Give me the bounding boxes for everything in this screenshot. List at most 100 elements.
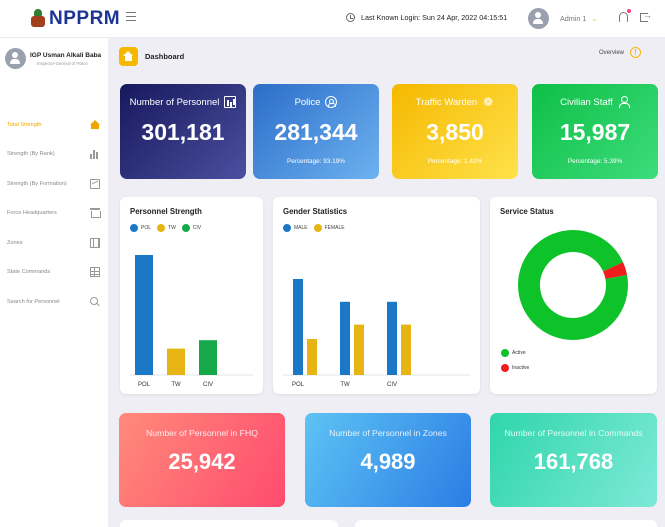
legend-item[interactable]: Active — [501, 349, 529, 357]
stat-card-police[interactable]: Police 281,344 Percentage: 93.19% — [253, 84, 379, 179]
sidebar-item-strength-by-formation[interactable]: Strength (By Formation) — [0, 169, 108, 199]
x-tick-label: TW — [340, 382, 350, 388]
user-avatar[interactable] — [528, 8, 549, 29]
sidebar-item-label: Search for Personnel — [7, 298, 60, 305]
total-value: 161,768 — [533, 449, 614, 474]
card-personnel-in-commands[interactable]: Number of Personnel in Commands 161,768 — [490, 413, 657, 507]
bar-civ — [199, 340, 217, 375]
sidebar-item-label: Force Headquarters — [7, 210, 57, 217]
stat-percentage: Percentage: 5.39% — [567, 158, 623, 165]
card-service-status: Service Status Active Inactive — [490, 197, 657, 394]
sidebar-item-zones[interactable]: Zones — [0, 228, 108, 258]
card-placeholder — [355, 520, 657, 527]
total-value: 4,989 — [360, 449, 416, 474]
notification-dot — [627, 9, 631, 13]
stat-title: Traffic Warden — [415, 96, 478, 108]
x-tick-label: POL — [138, 382, 151, 388]
bar-chart-icon — [90, 149, 100, 160]
user-icon — [618, 96, 630, 108]
coat-of-arms-icon — [30, 9, 46, 29]
x-tick-label: CIV — [387, 382, 397, 388]
legend-label: Inactive — [512, 365, 530, 371]
user-menu-dropdown[interactable]: Admin 1 ⌄ — [560, 14, 597, 23]
stat-value: 281,344 — [274, 119, 358, 145]
sidebar-item-search-personnel[interactable]: Search for Personnel — [0, 287, 108, 317]
sidebar-item-total-strength[interactable]: Total Strength — [0, 110, 108, 140]
bar-pol — [135, 255, 153, 375]
profile-role: Inspector-General of Police — [37, 60, 88, 66]
overview-link[interactable]: Overview ! — [599, 47, 642, 58]
total-value: 25,942 — [168, 449, 236, 474]
person-circle-icon — [325, 96, 338, 108]
stat-title: Number of Personnel — [129, 96, 220, 108]
page-title: Dashboard — [145, 52, 185, 61]
home-icon[interactable] — [119, 47, 138, 66]
sidebar-item-label: Total Strength — [7, 121, 42, 128]
legend-label: Active — [512, 350, 526, 356]
sidebar-item-label: Strength (By Rank) — [7, 151, 55, 158]
info-icon: ! — [630, 47, 642, 58]
bell-icon[interactable] — [619, 9, 631, 22]
total-title: Number of Personnel in Commands — [504, 428, 643, 438]
stat-percentage: Percentage: 93.19% — [287, 158, 345, 165]
x-tick-label: CIV — [203, 382, 213, 388]
stat-value: 3,850 — [426, 119, 484, 145]
last-login-info: Last Known Login: Sun 24 Apr, 2022 04:15… — [346, 13, 507, 22]
bank-icon — [90, 208, 101, 219]
sidebar-item-label: Strength (By Formation) — [7, 180, 67, 187]
top-bar: NPPRM Last Known Login: Sun 24 Apr, 2022… — [0, 0, 665, 38]
stat-card-total-personnel[interactable]: Number of Personnel 301,181 — [120, 84, 246, 179]
stat-value: 15,987 — [559, 119, 631, 145]
stat-percentage: Percentage: 1.42% — [427, 158, 483, 165]
stat-card-civilian-staff[interactable]: Civilian Staff 15,987 Percentage: 5.39% — [532, 84, 658, 179]
bar-male-civ — [387, 301, 397, 375]
total-title: Number of Personnel in Zones — [329, 428, 447, 438]
menu-toggle-icon[interactable] — [126, 12, 136, 22]
home-icon — [90, 119, 100, 130]
bar-female-pol — [307, 339, 317, 375]
stat-title: Police — [294, 96, 321, 108]
logout-icon[interactable] — [640, 10, 652, 22]
chevron-down-icon: ⌄ — [591, 15, 598, 23]
legend-swatch — [501, 349, 509, 357]
sidebar-item-label: State Commands — [7, 269, 51, 276]
stat-value: 301,181 — [141, 119, 225, 145]
profile-name: IGP Usman Alkali Baba — [30, 51, 102, 59]
line-chart-icon — [90, 178, 100, 189]
sidebar: IGP Usman Alkali Baba Inspector-General … — [0, 38, 108, 527]
clock-icon — [346, 13, 355, 22]
bar-female-civ — [401, 324, 411, 375]
gender-statistics-chart: POL TW CIV — [283, 279, 470, 388]
bar-female-tw — [354, 324, 364, 375]
stat-card-traffic-warden[interactable]: Traffic Warden ❁ 3,850 Percentage: 1.42% — [392, 84, 518, 179]
x-tick-label: TW — [171, 382, 181, 388]
profile-avatar — [5, 48, 26, 69]
x-tick-label: POL — [292, 382, 305, 388]
legend-item[interactable]: Inactive — [501, 364, 529, 372]
card-personnel-in-zones[interactable]: Number of Personnel in Zones 4,989 — [305, 413, 471, 507]
grid-icon — [90, 237, 100, 248]
card-personnel-in-fhq[interactable]: Number of Personnel in FHQ 25,942 — [119, 413, 285, 507]
personnel-strength-chart: POL TW CIV — [130, 255, 253, 388]
sidebar-item-state-commands[interactable]: State Commands — [0, 258, 108, 288]
card-personnel-strength: Personnel Strength POL TW CIV POL TW CIV — [120, 197, 263, 394]
sidebar-item-force-headquarters[interactable]: Force Headquarters — [0, 199, 108, 229]
stat-title: Civilian Staff — [560, 96, 613, 108]
sidebar-item-strength-by-rank[interactable]: Strength (By Rank) — [0, 140, 108, 170]
card-gender-statistics: Gender Statistics MALE FEMALE POL TW CIV — [273, 197, 480, 394]
donut-slice-active — [518, 230, 628, 340]
legend-swatch — [501, 364, 509, 372]
search-icon — [90, 296, 100, 307]
bar-male-tw — [340, 301, 350, 375]
table-icon — [90, 267, 100, 278]
sidebar-nav: Total Strength Strength (By Rank) Streng… — [0, 110, 108, 317]
user-menu-label: Admin 1 — [560, 14, 587, 23]
card-placeholder — [120, 520, 338, 527]
breadcrumb: Dashboard — [119, 47, 184, 66]
walking-person-icon: ❁ — [483, 95, 494, 109]
app-logo[interactable]: NPPRM — [30, 8, 120, 30]
sidebar-item-label: Zones — [7, 239, 23, 246]
logo-text: NPPRM — [49, 8, 121, 29]
bar-tw — [167, 348, 185, 375]
bar-chart-icon — [224, 96, 237, 108]
